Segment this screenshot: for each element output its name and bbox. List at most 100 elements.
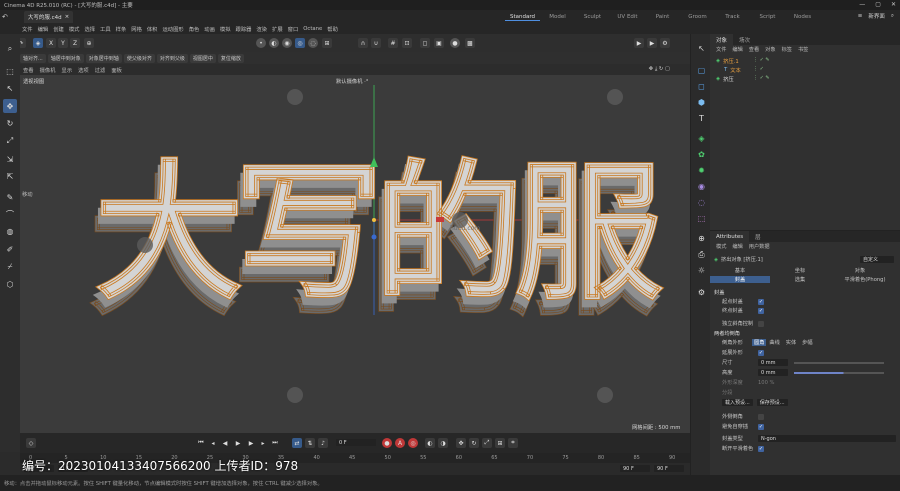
knife-icon[interactable]: ⌿ [3, 260, 17, 274]
object-mode-icon[interactable]: ◈ [33, 38, 43, 48]
viewport-nav-icons[interactable]: ✥ ⤓ ↻ ▢ [649, 66, 670, 73]
menu-select[interactable]: 选择 [84, 25, 95, 33]
layout-tab-nodes[interactable]: Nodes [785, 14, 820, 20]
viewport-3d[interactable]: 大写的服 大写的服 大写的服 透视视图 默认摄像机 ·° 移动 网格间距 : 5… [20, 75, 690, 433]
minimize-button[interactable]: — [859, 1, 865, 8]
axis-align-button[interactable]: 轴对齐... [20, 53, 46, 63]
workplane-icon[interactable]: ⊡ [402, 38, 412, 48]
go-to-start-icon[interactable]: ⏮ [196, 438, 206, 448]
subtab-caps[interactable]: 封盖 [710, 276, 770, 283]
layout-tab-groom[interactable]: Groom [680, 14, 715, 20]
light-icon[interactable]: ☼ [695, 264, 708, 277]
cloner-icon[interactable]: ✿ [695, 148, 708, 161]
om-menu-file[interactable]: 文件 [716, 46, 726, 53]
loop-icon[interactable]: ⇄ [292, 438, 302, 448]
tab-attributes[interactable]: Attributes [710, 231, 750, 242]
live-viewer-icon[interactable]: ▩ [465, 38, 475, 48]
render-settings-icon[interactable]: ⚙ [660, 38, 670, 48]
object-row[interactable]: T 文本 [724, 66, 741, 74]
menu-volume[interactable]: 体积 [147, 25, 158, 33]
vp-menu-camera[interactable]: 摄像机 [40, 66, 56, 74]
load-preset-button[interactable]: 载入预设... [722, 399, 753, 406]
brush-icon[interactable]: ⌒ [3, 207, 17, 221]
camera-icon[interactable]: ⎙ [695, 248, 708, 261]
text-tool-icon[interactable]: T [695, 112, 708, 125]
start-cap-checkbox[interactable]: ✓ [758, 298, 764, 305]
vp-menu-options[interactable]: 选项 [78, 66, 89, 74]
om-menu-bookmarks[interactable]: 书签 [798, 46, 808, 53]
bevel-shape-round[interactable]: 圆角 [752, 339, 767, 346]
spline-pen-icon[interactable]: ✎ [3, 190, 17, 204]
search-icon[interactable]: ⌕ [891, 13, 894, 20]
layout-tab-track[interactable]: Track [715, 14, 750, 20]
om-menu-tags[interactable]: 标签 [782, 46, 792, 53]
menu-window[interactable]: 窗口 [288, 25, 299, 33]
menu-tools[interactable]: 工具 [100, 25, 111, 33]
preset-select[interactable]: 自定义 [860, 256, 894, 263]
layout-menu-icon[interactable]: ≡ [858, 13, 863, 19]
sound-icon[interactable]: ♪ [318, 438, 328, 448]
subtab-selections[interactable]: 选集 [770, 276, 830, 283]
key-pla-icon[interactable]: ⤢ [482, 438, 492, 448]
layout-tab-standard[interactable]: Standard [505, 14, 540, 21]
subtab-phong[interactable]: 平滑着色(Phong) [830, 276, 900, 283]
render-picture-icon[interactable]: ▶ [647, 38, 657, 48]
object-row[interactable]: ◈ 挤压.1 [716, 57, 739, 65]
align-to-parent-button[interactable]: 对齐到父级 [156, 53, 188, 63]
zoom-icon[interactable]: ⌕ [3, 42, 17, 56]
axis-center-button[interactable]: 轴居中到对象 [47, 53, 84, 63]
save-preset-button[interactable]: 保存预设... [756, 399, 788, 406]
vp-menu-panel[interactable]: 面板 [111, 66, 122, 74]
menu-mograph[interactable]: 运动图形 [162, 25, 183, 33]
coordinate-icon[interactable]: ⇱ [3, 169, 17, 183]
menu-mesh[interactable]: 网格 [131, 25, 142, 33]
break-phong-checkbox[interactable]: ✓ [758, 445, 764, 452]
view-center-button[interactable]: 视图居中 [189, 53, 216, 63]
solo-icon[interactable]: ◻ [420, 38, 430, 48]
live-select-icon[interactable]: ↖ [3, 81, 17, 95]
menu-character[interactable]: 角色 [189, 25, 200, 33]
render-view-icon[interactable]: ▶ [634, 38, 644, 48]
axis-y-toggle[interactable]: Y [58, 38, 68, 48]
field-icon[interactable]: ◌ [695, 196, 708, 209]
sculpt-icon[interactable]: ◍ [3, 224, 17, 238]
camera-label[interactable]: 默认摄像机 ·° [336, 77, 369, 85]
texture-mode-icon[interactable]: ⊞ [322, 38, 332, 48]
subtab-basic[interactable]: 基本 [710, 267, 770, 274]
scene-icon[interactable]: ⬚ [695, 212, 708, 225]
undo-icon[interactable]: ↶ [2, 13, 8, 21]
layout-tab-model[interactable]: Model [540, 14, 575, 20]
document-tab[interactable]: 大写的服.c4d × [23, 11, 74, 23]
polygon-pen-icon[interactable]: ⬡ [3, 277, 17, 291]
key-selection-icon[interactable]: ◎ [408, 438, 418, 448]
key-position-icon[interactable]: ◐ [425, 438, 435, 448]
bevel-shape-curve[interactable]: 曲线 [766, 339, 782, 346]
frame-end2-field[interactable]: 90 F [654, 465, 684, 472]
next-frame-icon[interactable]: ▶ [246, 438, 256, 448]
tab-takes[interactable]: 场次 [733, 34, 756, 45]
om-menu-view[interactable]: 查看 [749, 46, 759, 53]
record-icon[interactable]: ● [382, 438, 392, 448]
bevel-shape-step[interactable]: 步幅 [799, 339, 815, 346]
rotate-icon[interactable]: ↻ [3, 116, 17, 130]
key-scale-icon[interactable]: ✥ [456, 438, 466, 448]
outer-bevel-checkbox[interactable] [758, 413, 764, 420]
subtab-object[interactable]: 对象 [830, 267, 890, 274]
axis-x-toggle[interactable]: X [46, 38, 56, 48]
keyframe-icon[interactable]: ◇ [26, 438, 36, 448]
effector-icon[interactable]: ✹ [695, 164, 708, 177]
next-key-icon[interactable]: ▸ [258, 438, 268, 448]
attr-menu-mode[interactable]: 模式 [716, 243, 726, 250]
polygons-mode-icon[interactable]: ◉ [282, 38, 292, 48]
align-parent-button[interactable]: 使父级对齐 [123, 53, 155, 63]
avoid-intersect-checkbox[interactable]: ✓ [758, 423, 764, 430]
transform-icon[interactable]: ⇲ [3, 152, 17, 166]
points-mode-icon[interactable]: • [256, 38, 266, 48]
axis-z-toggle[interactable]: Z [70, 38, 80, 48]
object-center-button[interactable]: 对象居中到轴 [85, 53, 122, 63]
vp-menu-view[interactable]: 查看 [23, 66, 34, 74]
menu-octane[interactable]: Octane [303, 26, 322, 32]
primitive-icon[interactable]: ⬢ [695, 96, 708, 109]
select-icon[interactable]: ⬚ [3, 64, 17, 78]
octane-icon[interactable]: ● [450, 38, 460, 48]
